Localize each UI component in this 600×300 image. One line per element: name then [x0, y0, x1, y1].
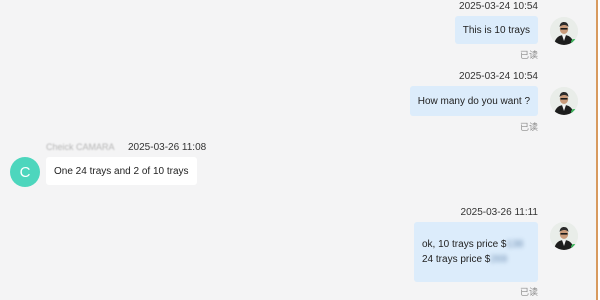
agent-avatar[interactable]: ✓ — [550, 87, 578, 115]
customer-avatar[interactable]: C — [10, 157, 40, 187]
message-timestamp: 2025-03-24 10:54 — [459, 71, 538, 82]
message-bubble[interactable]: ok, 10 trays price $138 24 trays price $… — [414, 222, 538, 282]
message-bubble[interactable]: One 24 trays and 2 of 10 trays — [46, 157, 197, 185]
message-timestamp: 2025-03-26 11:08 — [128, 142, 207, 153]
price-value: 138 — [506, 239, 524, 250]
price-value: 269 — [490, 254, 508, 265]
message-text: How many do you want ? — [417, 95, 530, 107]
message-line: ok, 10 trays price $138 — [422, 237, 523, 252]
agent-avatar[interactable]: ✓ — [550, 222, 578, 250]
message-text: ok, 10 trays price $ — [422, 239, 507, 250]
check-mark-icon: ✓ — [550, 222, 557, 229]
panel-divider — [596, 0, 600, 300]
read-status: 已读 — [519, 50, 538, 60]
agent-avatar[interactable]: ✓ — [550, 17, 578, 45]
message-timestamp: 2025-03-26 11:11 — [460, 207, 538, 218]
check-mark-icon: ✓ — [550, 17, 557, 24]
chat-message-list[interactable]: 2025-03-24 10:54 This is 10 trays 已读 ✓ 2… — [0, 0, 596, 300]
message-bubble[interactable]: How many do you want ? — [409, 86, 538, 116]
message-text: This is 10 trays — [462, 24, 530, 36]
check-mark-icon: ✓ — [550, 87, 557, 94]
message-timestamp: 2025-03-24 10:54 — [459, 1, 538, 12]
read-status: 已读 — [519, 287, 538, 297]
sender-name: Cheick CAMARA — [46, 142, 115, 152]
message-outgoing: 2025-03-24 10:54 This is 10 trays 已读 ✓ — [284, 0, 584, 62]
message-outgoing: 2025-03-26 11:11 ok, 10 trays price $138… — [284, 205, 584, 300]
message-bubble[interactable]: This is 10 trays — [454, 16, 538, 44]
message-outgoing: 2025-03-24 10:54 How many do you want ? … — [284, 70, 584, 132]
message-text: 24 trays price $ — [422, 254, 491, 265]
message-line: 24 trays price $269 — [422, 252, 507, 267]
read-status: 已读 — [519, 122, 538, 132]
message-text: One 24 trays and 2 of 10 trays — [54, 165, 189, 177]
